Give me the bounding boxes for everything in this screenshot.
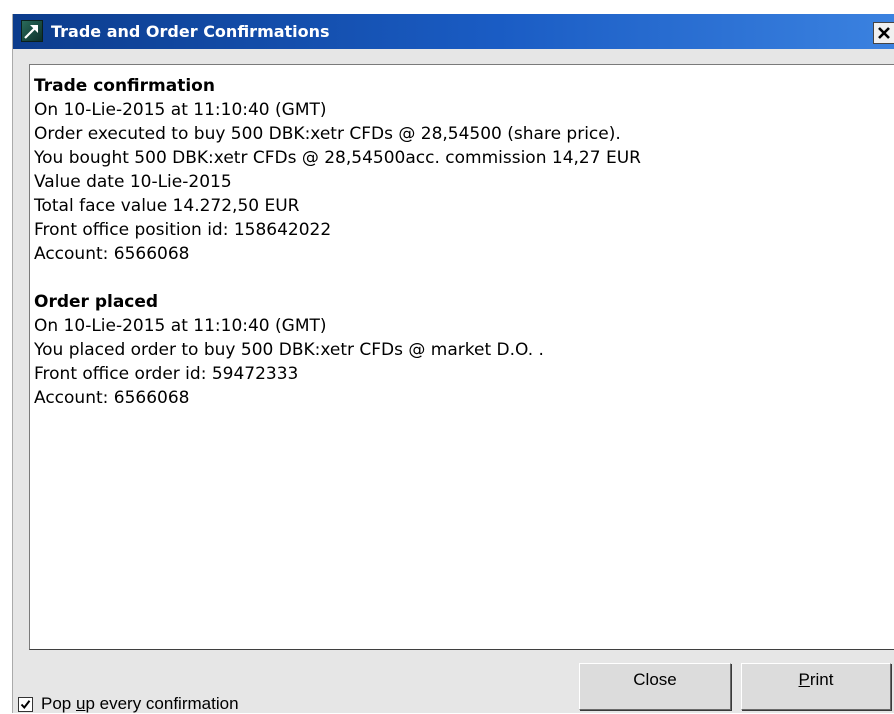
print-mnemonic: P bbox=[798, 670, 810, 689]
trade-line-value-date: Value date 10-Lie-2015 bbox=[34, 172, 232, 192]
trade-line-face-value: Total face value 14.272,50 EUR bbox=[34, 196, 300, 216]
title-bar[interactable]: Trade and Order Confirmations bbox=[13, 14, 894, 49]
close-button-label: Close bbox=[633, 670, 677, 689]
order-placed-heading: Order placed bbox=[34, 292, 159, 312]
order-line-order-id: Front office order id: 59472333 bbox=[34, 364, 299, 384]
print-button[interactable]: Print bbox=[741, 663, 891, 710]
popup-confirmation-option[interactable]: Pop up every confirmation bbox=[18, 694, 239, 714]
trade-line-position-id: Front office position id: 158642022 bbox=[34, 220, 332, 240]
trade-line-bought: You bought 500 DBK:xetr CFDs @ 28,54500a… bbox=[34, 148, 641, 168]
print-button-label: rint bbox=[809, 670, 834, 689]
popup-confirmation-checkbox[interactable] bbox=[18, 696, 33, 712]
order-line-timestamp: On 10-Lie-2015 at 11:10:40 (GMT) bbox=[34, 316, 327, 336]
checkbox-label-end: p every confirmation bbox=[85, 694, 239, 713]
checkbox-label-start: Pop bbox=[41, 694, 76, 713]
confirmation-text-area[interactable]: Trade confirmation On 10-Lie-2015 at 11:… bbox=[29, 64, 894, 650]
order-line-account: Account: 6566068 bbox=[34, 388, 190, 408]
trade-line-executed: Order executed to buy 500 DBK:xetr CFDs … bbox=[34, 124, 621, 144]
confirmations-dialog: Trade and Order Confirmations Trade conf… bbox=[12, 14, 894, 713]
trade-line-timestamp: On 10-Lie-2015 at 11:10:40 (GMT) bbox=[34, 100, 327, 120]
arrow-app-icon bbox=[21, 20, 43, 42]
checkmark-icon bbox=[20, 699, 31, 709]
order-line-placed: You placed order to buy 500 DBK:xetr CFD… bbox=[34, 340, 544, 360]
close-icon[interactable] bbox=[873, 22, 894, 44]
window-title: Trade and Order Confirmations bbox=[51, 22, 330, 41]
trade-confirmation-heading: Trade confirmation bbox=[34, 76, 215, 96]
trade-line-account: Account: 6566068 bbox=[34, 244, 190, 264]
popup-confirmation-label[interactable]: Pop up every confirmation bbox=[41, 694, 239, 714]
close-button[interactable]: Close bbox=[579, 663, 731, 710]
